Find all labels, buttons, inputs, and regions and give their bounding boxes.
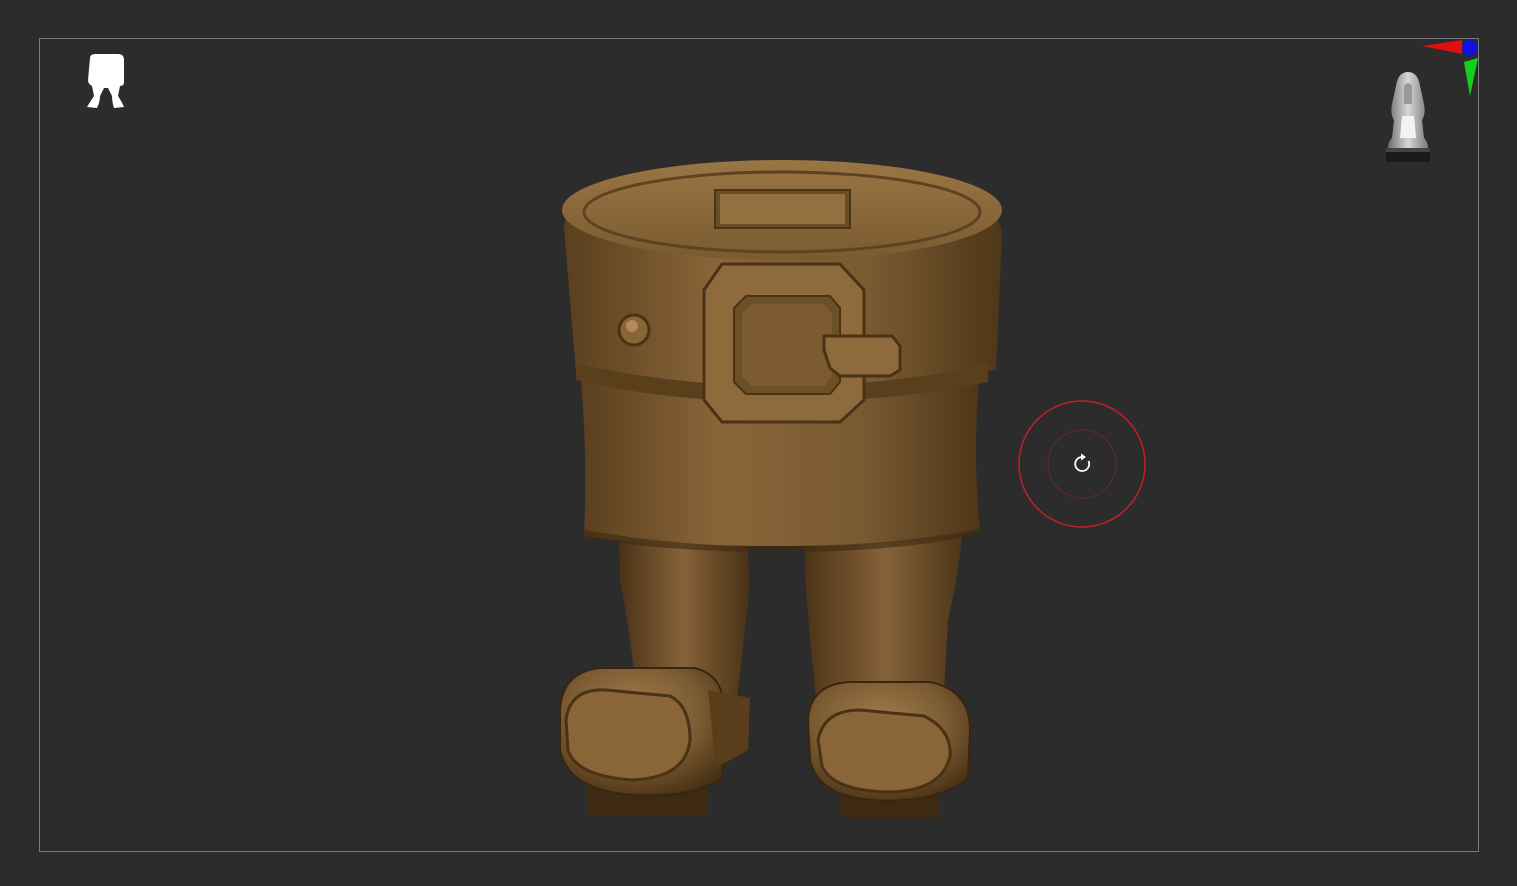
pants-silhouette-icon[interactable] bbox=[84, 52, 128, 112]
brush-cursor bbox=[1018, 400, 1146, 528]
pants-boots-mesh[interactable] bbox=[540, 150, 1020, 830]
z-axis-dot bbox=[1462, 40, 1478, 56]
y-axis-arrow bbox=[1464, 58, 1478, 96]
navigation-cube-head-icon[interactable] bbox=[1378, 68, 1438, 168]
x-axis-arrow bbox=[1422, 40, 1462, 54]
rotate-cursor-icon bbox=[1074, 453, 1091, 472]
zbrush-viewport-app bbox=[0, 0, 1517, 886]
